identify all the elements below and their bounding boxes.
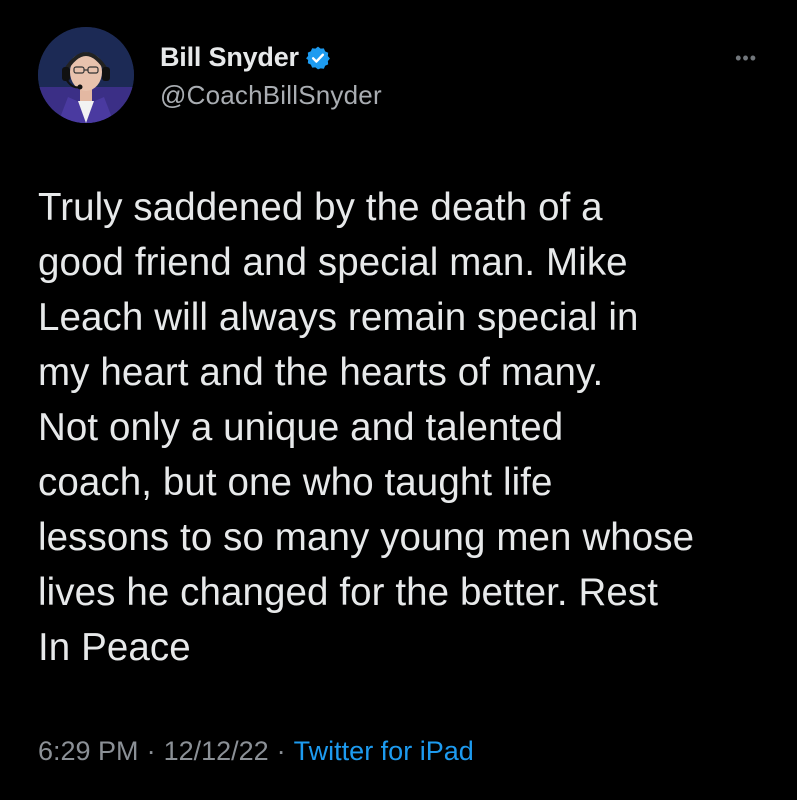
meta-separator: · [146, 736, 156, 766]
user-handle[interactable]: @CoachBillSnyder [160, 80, 382, 111]
profile-photo-icon [38, 27, 134, 123]
tweet-text: Truly saddened by the death of a good fr… [38, 186, 695, 669]
tweet-meta: 6:29 PM · 12/12/22 · Twitter for iPad [38, 736, 474, 767]
user-name-row[interactable]: Bill Snyder [160, 42, 331, 73]
more-options-icon[interactable]: ••• [735, 49, 757, 67]
tweet-time[interactable]: 6:29 PM [38, 736, 139, 767]
meta-separator: · [276, 736, 286, 766]
tweet-card: Bill Snyder @CoachBillSnyder ••• Truly s… [0, 0, 797, 800]
verified-badge-icon [305, 45, 331, 71]
tweet-date[interactable]: 12/12/22 [164, 736, 269, 767]
tweet-source-link[interactable]: Twitter for iPad [294, 736, 474, 767]
display-name[interactable]: Bill Snyder [160, 42, 299, 73]
avatar[interactable] [38, 27, 134, 123]
